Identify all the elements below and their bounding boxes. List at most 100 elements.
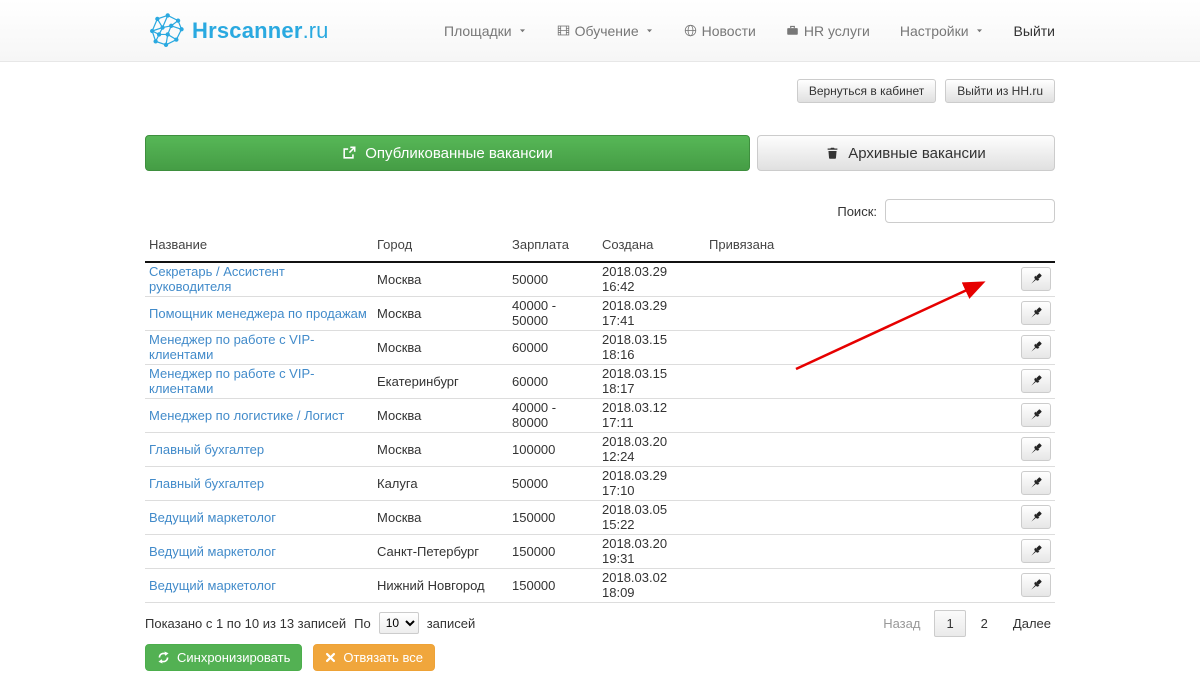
nav-item-label: Площадки (444, 23, 512, 39)
unbind-all-button[interactable]: Отвязать все (313, 644, 435, 671)
tab-archived-vacancies[interactable]: Архивные вакансии (757, 135, 1055, 171)
vacancy-name-link[interactable]: Главный бухгалтер (149, 476, 264, 491)
column-header-actions (993, 231, 1055, 262)
brand-name: Hrscanner (192, 18, 303, 43)
vacancy-created: 2018.03.29 17:10 (598, 466, 705, 500)
vacancy-name-link[interactable]: Менеджер по работе с VIP-клиентами (149, 366, 314, 396)
pin-vacancy-button[interactable] (1021, 505, 1051, 529)
table-row: Главный бухгалтерМосква1000002018.03.20 … (145, 432, 1055, 466)
pin-vacancy-button[interactable] (1021, 573, 1051, 597)
vacancy-salary: 50000 (508, 262, 598, 296)
caret-icon (975, 26, 984, 35)
per-page-suffix: записей (427, 616, 475, 631)
return-to-cabinet-button[interactable]: Вернуться в кабинет (797, 79, 936, 103)
pin-vacancy-button[interactable] (1021, 301, 1051, 325)
table-header-row: НазваниеГородЗарплатаСозданаПривязана (145, 231, 1055, 262)
vacancy-city: Москва (373, 398, 508, 432)
actions-row: Синхронизировать Отвязать все (145, 644, 1055, 671)
tab-published-vacancies[interactable]: Опубликованные вакансии (145, 135, 750, 171)
vacancy-name-link[interactable]: Ведущий маркетолог (149, 510, 276, 525)
synchronize-button[interactable]: Синхронизировать (145, 644, 302, 671)
column-header: Название (145, 231, 373, 262)
vacancy-city: Москва (373, 330, 508, 364)
vacancy-name-link[interactable]: Ведущий маркетолог (149, 544, 276, 559)
nav-item-label: Обучение (575, 23, 639, 39)
globe-icon (684, 24, 697, 37)
column-header: Привязана (705, 231, 993, 262)
table-row: Помощник менеджера по продажам Москва4000… (145, 296, 1055, 330)
nav-item-4[interactable]: Настройки (900, 23, 984, 39)
table-row: Ведущий маркетологМосква1500002018.03.05… (145, 500, 1055, 534)
brand-logo[interactable]: Hrscanner.ru (145, 12, 328, 50)
per-page-prefix: По (354, 616, 371, 631)
nav-item-label: Новости (702, 23, 756, 39)
nav-item-5[interactable]: Выйти (1014, 23, 1055, 39)
vacancy-name-link[interactable]: Менеджер по работе с VIP-клиентами (149, 332, 314, 362)
vacancy-name-link[interactable]: Менеджер по логистике / Логист (149, 408, 344, 423)
pagination-pages: 12 (934, 610, 998, 637)
pin-icon (1029, 408, 1043, 422)
x-icon (325, 652, 336, 663)
vacancies-tbody: Секретарь / Ассистент руководителя Москва… (145, 262, 1055, 602)
pin-icon (1029, 272, 1043, 286)
pin-vacancy-button[interactable] (1021, 369, 1051, 393)
nav-item-1[interactable]: Обучение (557, 23, 654, 39)
pin-icon (1029, 340, 1043, 354)
export-icon (342, 146, 356, 160)
vacancy-created: 2018.03.02 18:09 (598, 568, 705, 602)
nav-item-label: Настройки (900, 23, 969, 39)
table-row: Менеджер по логистике / ЛогистМосква4000… (145, 398, 1055, 432)
vacancy-name-link[interactable]: Ведущий маркетолог (149, 578, 276, 593)
vacancy-created: 2018.03.20 19:31 (598, 534, 705, 568)
nav-item-label: HR услуги (804, 23, 870, 39)
vacancy-city: Москва (373, 296, 508, 330)
vacancy-salary: 150000 (508, 534, 598, 568)
pin-vacancy-button[interactable] (1021, 335, 1051, 359)
column-header: Создана (598, 231, 705, 262)
pin-vacancy-button[interactable] (1021, 471, 1051, 495)
pin-vacancy-button[interactable] (1021, 437, 1051, 461)
pin-icon (1029, 544, 1043, 558)
account-bar: Вернуться в кабинет Выйти из HH.ru (145, 79, 1055, 103)
vacancy-salary: 60000 (508, 330, 598, 364)
vacancy-name-link[interactable]: Секретарь / Ассистент руководителя (149, 264, 285, 294)
synchronize-label: Синхронизировать (177, 650, 290, 665)
vacancy-salary: 60000 (508, 364, 598, 398)
film-icon (557, 24, 570, 37)
vacancy-city: Екатеринбург (373, 364, 508, 398)
search-input[interactable] (885, 199, 1055, 223)
nav-item-3[interactable]: HR услуги (786, 23, 870, 39)
nav-item-0[interactable]: Площадки (444, 23, 527, 39)
column-header: Город (373, 231, 508, 262)
table-row: Менеджер по работе с VIP-клиентами Москва… (145, 330, 1055, 364)
vacancy-attached (705, 398, 993, 432)
brain-network-icon (145, 12, 187, 50)
pagination-page-2[interactable]: 2 (970, 610, 999, 637)
sync-icon (157, 651, 170, 664)
pagination-next[interactable]: Далее (1003, 610, 1055, 637)
pin-icon (1029, 442, 1043, 456)
vacancy-salary: 40000 - 50000 (508, 296, 598, 330)
pin-vacancy-button[interactable] (1021, 403, 1051, 427)
vacancy-attached (705, 432, 993, 466)
vacancy-name-link[interactable]: Помощник менеджера по продажам (149, 306, 367, 321)
vacancy-name-link[interactable]: Главный бухгалтер (149, 442, 264, 457)
logout-hh-button[interactable]: Выйти из HH.ru (945, 79, 1055, 103)
vacancy-attached (705, 568, 993, 602)
vacancy-created: 2018.03.15 18:17 (598, 364, 705, 398)
vacancy-attached (705, 364, 993, 398)
search-row: Поиск: (145, 199, 1055, 223)
per-page-select[interactable]: 10 (379, 612, 419, 634)
pin-vacancy-button[interactable] (1021, 267, 1051, 291)
pagination-prev[interactable]: Назад (873, 610, 930, 637)
pin-icon (1029, 476, 1043, 490)
vacancy-salary: 100000 (508, 432, 598, 466)
table-row: Главный бухгалтерКалуга500002018.03.29 1… (145, 466, 1055, 500)
pin-icon (1029, 578, 1043, 592)
table-footer: Показано с 1 по 10 из 13 записей По 10 з… (145, 610, 1055, 637)
pagination-page-1[interactable]: 1 (934, 610, 965, 637)
vacancy-attached (705, 262, 993, 296)
pin-vacancy-button[interactable] (1021, 539, 1051, 563)
vacancy-attached (705, 534, 993, 568)
nav-item-2[interactable]: Новости (684, 23, 756, 39)
